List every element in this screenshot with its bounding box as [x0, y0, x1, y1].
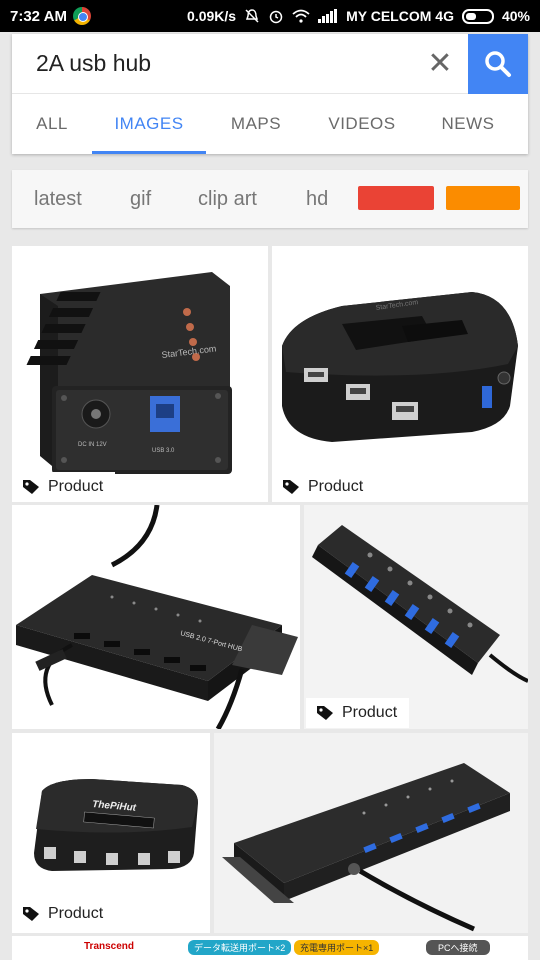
- product-badge: Product: [306, 698, 410, 728]
- battery-percent: 40%: [501, 8, 530, 24]
- product-badge-label: Product: [342, 704, 398, 721]
- product-badge-label: Product: [308, 478, 364, 495]
- strip-label-data: データ転送用ポート×2: [188, 940, 292, 955]
- usb-hub-image: StarTech.com DC IN 12V USB 3.0: [26, 272, 232, 474]
- wifi-icon: [292, 9, 310, 23]
- search-button[interactable]: [468, 33, 528, 94]
- product-badge-label: Product: [48, 905, 104, 922]
- chip-hd[interactable]: hd: [306, 188, 328, 211]
- image-result[interactable]: StarTech.com DC IN 12V USB 3.0 Product: [12, 246, 268, 502]
- search-icon: [485, 50, 511, 77]
- product-badge: Product: [272, 472, 376, 502]
- image-result[interactable]: USB 2.0 7-Port HUB: [12, 505, 300, 729]
- tag-icon: [283, 480, 299, 494]
- search-card: 2A usb hub ✕ ALL IMAGES MAPS VIDEOS NEWS: [12, 33, 528, 154]
- usb-hub-image: [222, 763, 510, 932]
- chrome-icon: [72, 7, 91, 25]
- search-tabs: ALL IMAGES MAPS VIDEOS NEWS: [12, 94, 528, 154]
- tag-icon: [23, 480, 39, 494]
- tab-news[interactable]: NEWS: [418, 94, 518, 154]
- product-badge: Product: [12, 472, 116, 502]
- color-swatch-red[interactable]: [358, 186, 434, 210]
- product-badge-label: Product: [48, 478, 104, 495]
- tag-icon: [23, 907, 39, 921]
- usb-hub-image: [312, 525, 528, 683]
- usb-hub-image: StarTech.com: [282, 292, 518, 442]
- battery-icon: [461, 8, 494, 24]
- close-icon[interactable]: ✕: [412, 34, 468, 94]
- image-result[interactable]: ThePiHut Product: [12, 733, 210, 933]
- search-input[interactable]: 2A usb hub: [12, 50, 412, 77]
- transcend-label: Transcend: [84, 941, 135, 952]
- color-swatch-orange[interactable]: [446, 186, 520, 210]
- strip-label-pc: PCへ接続: [426, 940, 490, 955]
- signal-icon: [318, 9, 338, 23]
- alarm-icon: [269, 10, 283, 24]
- chip-latest[interactable]: latest: [34, 188, 82, 211]
- usb-label: USB 3.0: [152, 448, 175, 454]
- image-result[interactable]: Transcend データ転送用ポート×2 充電専用ポート×1 PCへ接続: [12, 936, 528, 960]
- carrier-name: MY CELCOM 4G: [346, 8, 454, 24]
- dc-label: DC IN 12V: [78, 442, 107, 448]
- image-result[interactable]: Product: [304, 505, 528, 729]
- status-time: 7:32 AM: [10, 7, 67, 25]
- search-bar: 2A usb hub ✕: [12, 33, 528, 94]
- filter-chips: latest gif clip art hd: [12, 170, 528, 228]
- status-bar: 7:32 AM 0.09K/s MY CELCOM 4G 40%: [0, 0, 540, 32]
- tag-icon: [317, 706, 333, 720]
- chip-clip-art[interactable]: clip art: [198, 188, 257, 211]
- image-result[interactable]: StarTech.com Product: [272, 246, 528, 502]
- chip-gif[interactable]: gif: [130, 188, 151, 211]
- network-speed: 0.09K/s: [187, 8, 237, 24]
- tab-all[interactable]: ALL: [12, 94, 92, 154]
- tab-videos[interactable]: VIDEOS: [306, 94, 418, 154]
- strip-label-charge: 充電専用ポート×1: [294, 940, 380, 955]
- tab-images[interactable]: IMAGES: [92, 94, 206, 154]
- product-badge: Product: [12, 899, 116, 929]
- image-result[interactable]: [214, 733, 528, 933]
- tab-maps[interactable]: MAPS: [206, 94, 306, 154]
- mute-icon: [245, 9, 259, 23]
- usb-hub-image: USB 2.0 7-Port HUB: [16, 505, 298, 729]
